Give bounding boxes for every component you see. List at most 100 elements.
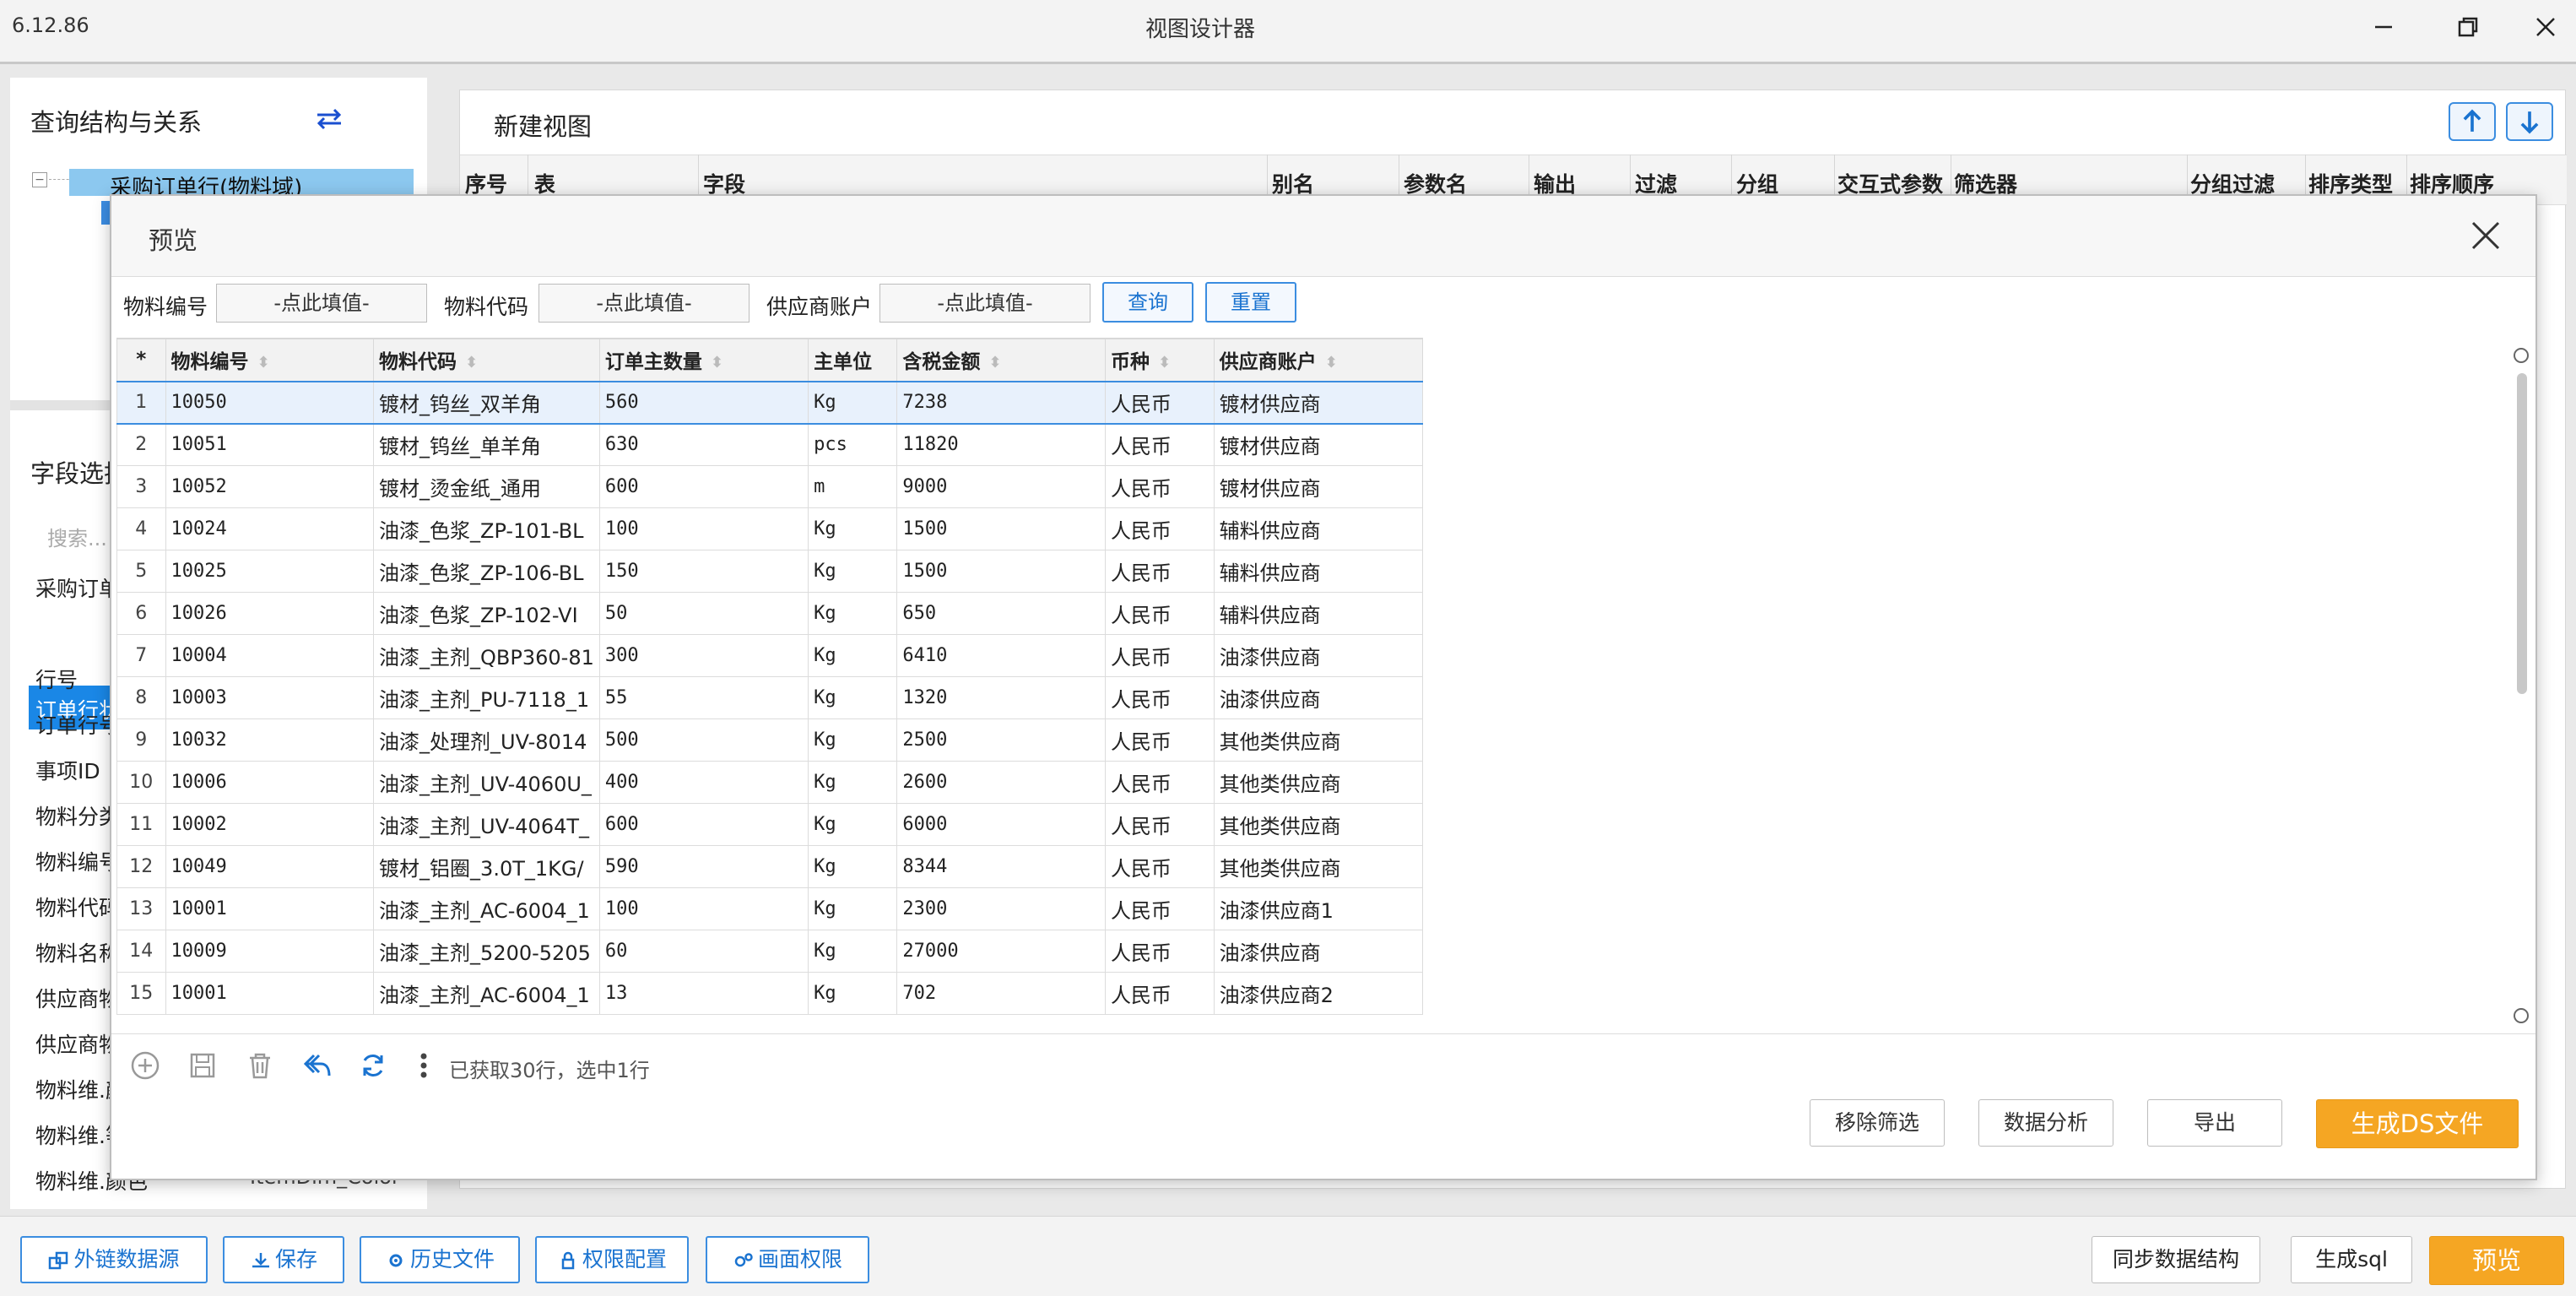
table-cell[interactable]: 1500 (896, 507, 1106, 550)
table-cell[interactable]: 2300 (896, 887, 1106, 930)
table-cell[interactable]: 油漆_处理剂_UV-8014 (373, 718, 600, 762)
row-index-cell[interactable]: 11 (116, 803, 166, 846)
select-all-header[interactable]: * (116, 339, 166, 382)
table-cell[interactable]: 其他类供应商 (1213, 845, 1423, 888)
table-cell[interactable]: 油漆供应商1 (1213, 887, 1423, 930)
table-cell[interactable]: 人民币 (1104, 507, 1215, 550)
table-row[interactable]: 2 10051 镀材_钨丝_单羊角 630 pcs 11820 人民币 镀材供应商 (116, 423, 1423, 466)
sort-icon[interactable]: ⬍ (1158, 354, 1171, 371)
table-row[interactable]: 7 10004 油漆_主剂_QBP360-81 300 Kg 6410 人民币 油漆供应商 (116, 634, 1423, 677)
table-cell[interactable]: 11820 (896, 423, 1106, 466)
col-header-currency[interactable]: 币种 ⬍ (1104, 339, 1215, 382)
field-item[interactable]: 采购订单 (35, 572, 120, 603)
table-cell[interactable]: 1320 (896, 676, 1106, 719)
table-cell[interactable]: 镀材_钨丝_单羊角 (373, 423, 600, 466)
table-cell[interactable]: 150 (598, 550, 809, 593)
row-index-cell[interactable]: 6 (116, 592, 166, 635)
close-icon[interactable] (2466, 216, 2505, 255)
table-cell[interactable]: 油漆供应商 (1213, 676, 1423, 719)
table-cell[interactable]: 300 (598, 634, 809, 677)
table-cell[interactable]: 油漆_主剂_5200-5205 (373, 930, 600, 973)
add-icon[interactable] (128, 1049, 162, 1082)
table-cell[interactable]: Kg (808, 845, 898, 888)
table-cell[interactable]: 600 (598, 465, 809, 508)
table-cell[interactable]: 油漆供应商 (1213, 634, 1423, 677)
reset-button[interactable]: 重置 (1205, 282, 1296, 323)
table-cell[interactable]: 镀材_铝圈_3.0T_1KG/ (373, 845, 600, 888)
field-item[interactable]: 物料代码 (35, 892, 120, 922)
table-row[interactable]: 10 10006 油漆_主剂_UV-4060U_ 400 Kg 2600 人民币 其他类供应商 (116, 761, 1423, 804)
table-cell[interactable]: m (808, 465, 898, 508)
row-index-cell[interactable]: 10 (116, 761, 166, 804)
col-header-unit[interactable]: 主单位 (808, 339, 898, 382)
table-cell[interactable]: 6000 (896, 803, 1106, 846)
external-source-button[interactable]: 外链数据源 (20, 1236, 208, 1283)
col-header-amount[interactable]: 含税金额 ⬍ (896, 339, 1106, 382)
col-header-item-no[interactable]: 物料编号 ⬍ (165, 339, 375, 382)
filter-input-vendor[interactable]: -点此填值- (879, 284, 1090, 323)
table-cell[interactable]: 人民币 (1104, 592, 1215, 635)
table-cell[interactable]: 8344 (896, 845, 1106, 888)
row-index-cell[interactable]: 8 (116, 676, 166, 719)
table-cell[interactable]: 10003 (165, 676, 375, 719)
sort-icon[interactable]: ⬍ (465, 354, 478, 371)
table-cell[interactable]: 10004 (165, 634, 375, 677)
table-row[interactable]: 12 10049 镀材_铝圈_3.0T_1KG/590 Kg 8344 人民币 其他类供应商 (116, 845, 1423, 888)
field-item[interactable]: 事项ID (35, 755, 100, 785)
table-cell[interactable]: 人民币 (1104, 380, 1215, 425)
table-row[interactable]: 9 10032 油漆_处理剂_UV-8014 500 Kg 2500 人民币 其他类供应商 (116, 718, 1423, 762)
vertical-scrollbar[interactable] (2510, 348, 2532, 1023)
table-cell[interactable]: 630 (598, 423, 809, 466)
sort-icon[interactable]: ⬍ (988, 354, 1001, 371)
field-item[interactable]: 供应商物 (35, 983, 120, 1013)
remove-filter-button[interactable]: 移除筛选 (1810, 1099, 1945, 1147)
table-cell[interactable]: 27000 (896, 930, 1106, 973)
table-cell[interactable]: 镀材供应商 (1213, 465, 1423, 508)
table-cell[interactable]: 55 (598, 676, 809, 719)
save-button[interactable]: 保存 (223, 1236, 344, 1283)
table-cell[interactable]: 10052 (165, 465, 375, 508)
table-cell[interactable]: 702 (896, 972, 1106, 1015)
table-cell[interactable]: 油漆_主剂_AC-6004_1 (373, 972, 600, 1015)
table-cell[interactable]: Kg (808, 803, 898, 846)
table-cell[interactable]: 油漆_主剂_UV-4060U_ (373, 761, 600, 804)
field-item[interactable]: 物料编号 (35, 846, 120, 876)
field-item[interactable]: 供应商物 (35, 1028, 120, 1059)
table-row[interactable]: 6 10026 油漆_色浆_ZP-102-VI 50 Kg 650 人民币 辅料供应商 (116, 592, 1423, 635)
generate-ds-button[interactable]: 生成DS文件 (2316, 1099, 2519, 1148)
sync-structure-button[interactable]: 同步数据结构 (2092, 1236, 2260, 1283)
table-cell[interactable]: 590 (598, 845, 809, 888)
row-index-cell[interactable]: 13 (116, 887, 166, 930)
table-row[interactable]: 3 10052 镀材_烫金纸_通用 600 m 9000 人民币 镀材供应商 (116, 465, 1423, 508)
scroll-thumb[interactable] (2517, 373, 2527, 694)
export-button[interactable]: 导出 (2147, 1099, 2282, 1147)
table-cell[interactable]: 9000 (896, 465, 1106, 508)
undo-icon[interactable] (300, 1049, 334, 1082)
more-icon[interactable] (407, 1049, 441, 1082)
move-down-icon[interactable] (2506, 102, 2553, 141)
table-cell[interactable]: 6410 (896, 634, 1106, 677)
table-cell[interactable]: Kg (808, 972, 898, 1015)
table-cell[interactable]: Kg (808, 887, 898, 930)
close-window-icon[interactable] (2529, 10, 2562, 44)
swap-icon[interactable] (314, 106, 344, 132)
table-cell[interactable]: Kg (808, 634, 898, 677)
restore-icon[interactable] (2451, 10, 2485, 44)
row-index-cell[interactable]: 5 (116, 550, 166, 593)
table-cell[interactable]: 100 (598, 887, 809, 930)
table-cell[interactable]: Kg (808, 676, 898, 719)
move-up-icon[interactable] (2449, 102, 2496, 141)
table-cell[interactable]: Kg (808, 592, 898, 635)
tree-collapse-icon[interactable]: − (32, 172, 47, 187)
table-cell[interactable]: 10009 (165, 930, 375, 973)
table-cell[interactable]: 人民币 (1104, 634, 1215, 677)
preview-button[interactable]: 预览 (2429, 1236, 2564, 1285)
field-item[interactable]: 行号 (35, 664, 78, 694)
table-cell[interactable]: 10051 (165, 423, 375, 466)
table-cell[interactable]: 10002 (165, 803, 375, 846)
table-cell[interactable]: 650 (896, 592, 1106, 635)
table-cell[interactable]: 油漆供应商2 (1213, 972, 1423, 1015)
table-cell[interactable]: 油漆供应商 (1213, 930, 1423, 973)
table-cell[interactable]: Kg (808, 550, 898, 593)
row-index-cell[interactable]: 3 (116, 465, 166, 508)
